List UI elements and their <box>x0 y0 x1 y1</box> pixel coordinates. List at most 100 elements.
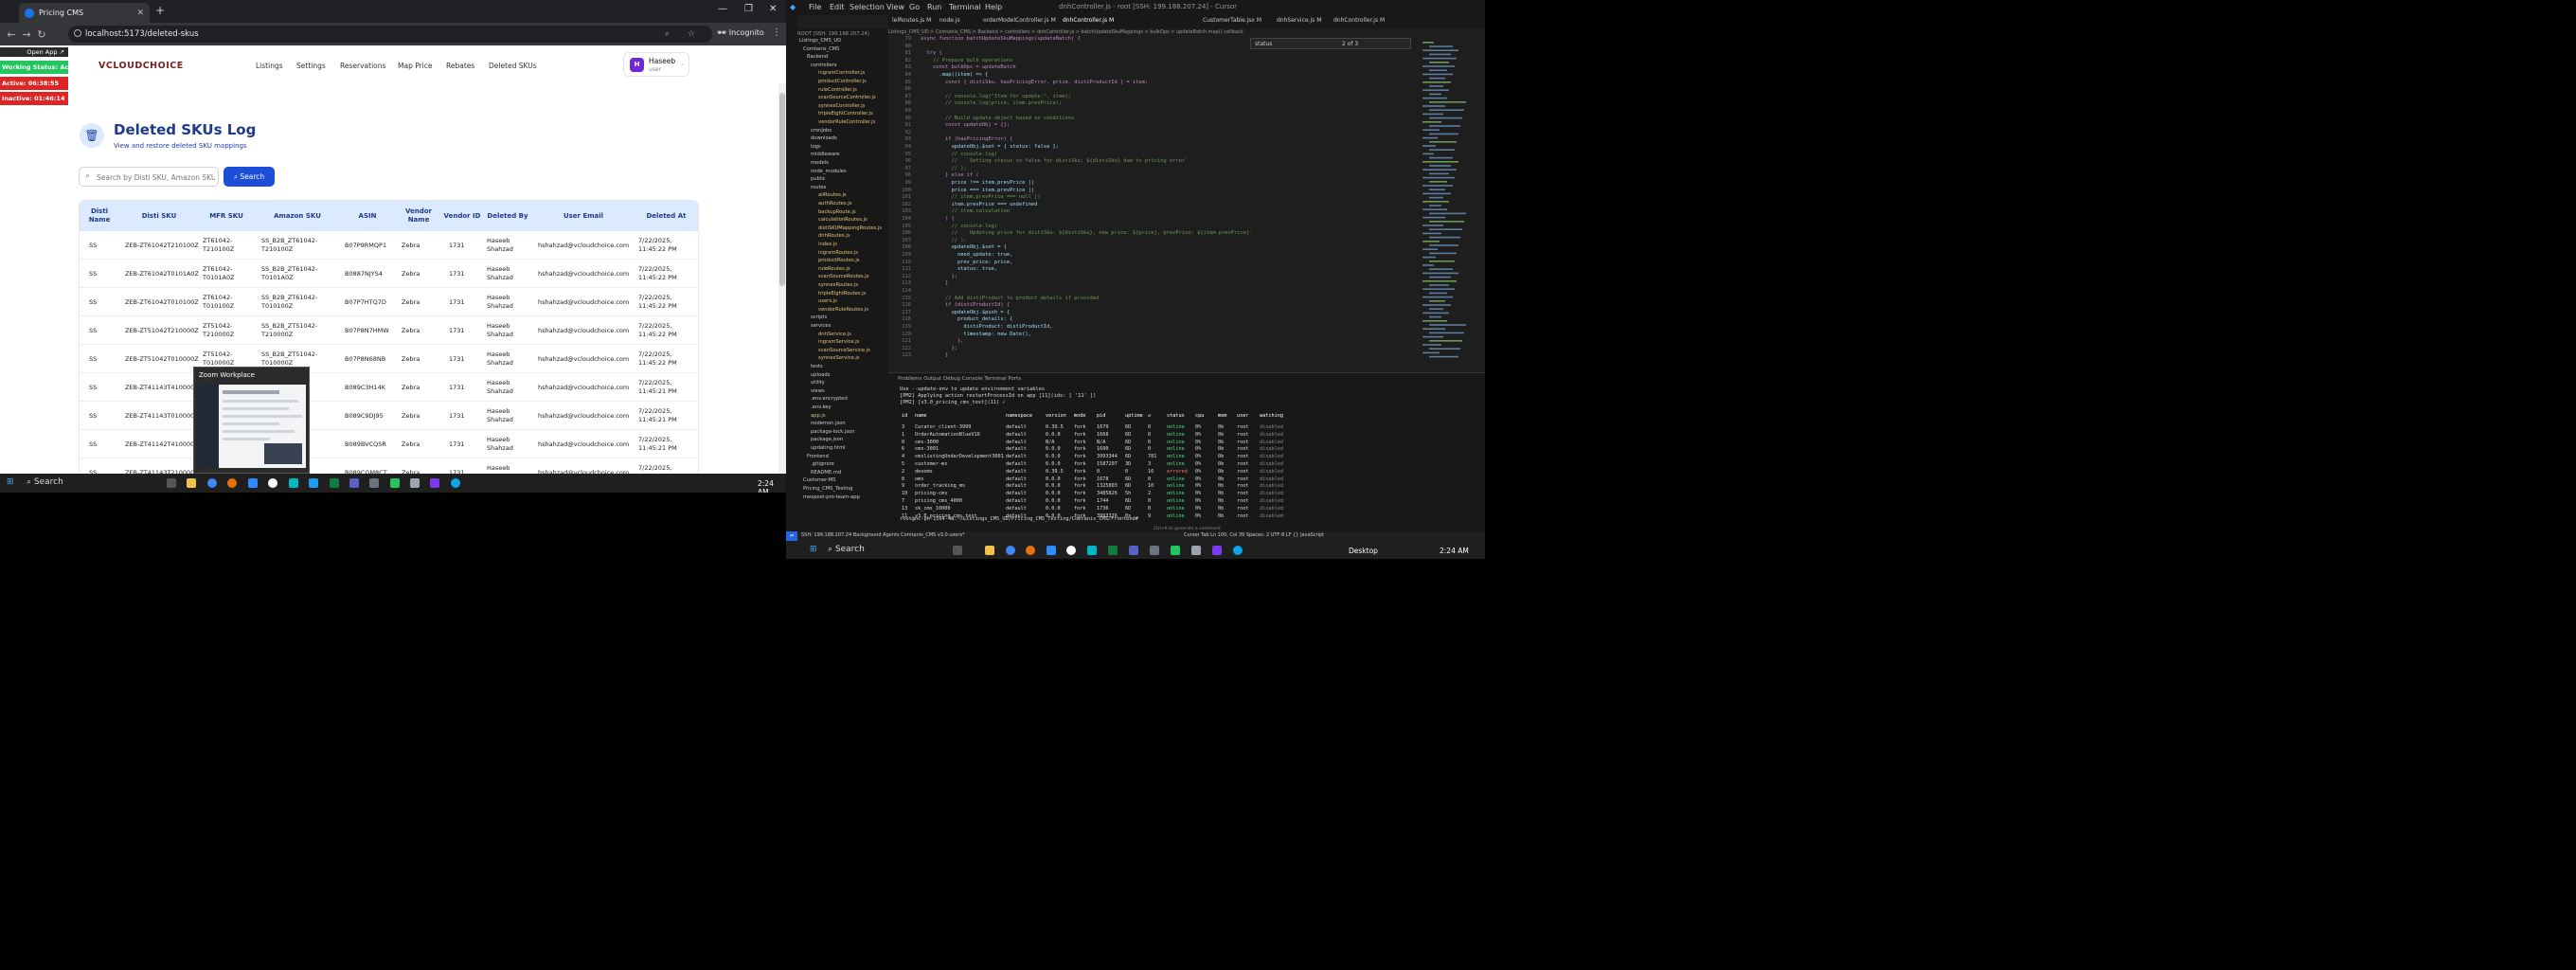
app-icon[interactable] <box>390 478 400 488</box>
nav-deleted-skus[interactable]: Deleted SKUs <box>489 62 537 70</box>
desktop-label[interactable]: Desktop <box>1349 547 1378 555</box>
editor-tab[interactable]: dnhController.js M <box>1333 17 1385 24</box>
app-icon[interactable] <box>1150 546 1159 555</box>
file-tree-item[interactable]: synnexController.js <box>818 102 865 110</box>
file-tree-item[interactable]: utility <box>811 379 825 386</box>
table-row[interactable]: SS ZEB-ZT41143T410000Z B089C3H14K Zebra 1731… <box>80 373 698 402</box>
table-row[interactable]: SS ZEB-ZT61042T010100Z ZT61042-T010100Z SS_… <box>80 288 698 316</box>
table-row[interactable]: SS ZEB-ZT41143T210000Z B089CGM8CT Zebra 1731… <box>80 458 698 474</box>
file-tree-item[interactable]: .gitignore <box>811 460 834 468</box>
file-tree-item[interactable]: downloads <box>811 135 837 142</box>
file-tree-item[interactable]: users.js <box>818 297 837 305</box>
file-tree-item[interactable]: updating.html <box>811 444 846 452</box>
taskbar-search[interactable]: ⌕ Search <box>828 545 865 554</box>
menu-go[interactable]: Go <box>909 3 920 11</box>
user-menu[interactable]: H Haseeb user ⌄ <box>623 52 689 77</box>
editor-breadcrumb[interactable]: Listings_CMS_UD > Comtanis_CMS > Backend… <box>888 29 1243 35</box>
file-tree-item[interactable]: uploads <box>811 371 830 379</box>
app-icon[interactable] <box>289 478 298 488</box>
file-tree-item[interactable]: ingramController.js <box>818 69 865 77</box>
file-tree-item[interactable]: middleware <box>811 151 839 158</box>
table-row[interactable]: SS ZEB-ZT51042T010000Z ZT51042-T010000Z SS_… <box>80 345 698 373</box>
browser-tab[interactable]: Pricing CMS ✕ <box>19 3 150 23</box>
firefox-icon[interactable] <box>227 478 237 488</box>
back-icon[interactable]: ← <box>4 28 19 41</box>
file-tree-item[interactable]: aiiRoutes.js <box>818 191 847 199</box>
file-tree-item[interactable]: .env.key <box>811 404 832 411</box>
table-row[interactable]: SS ZEB-ZT61042T210100Z ZT61042-T210100Z SS_… <box>80 231 698 260</box>
find-widget[interactable]: status 2 of 3 <box>1250 38 1411 49</box>
edge-icon[interactable] <box>1233 546 1243 555</box>
file-tree-item[interactable]: Frontend <box>807 453 829 460</box>
file-tree-item[interactable]: Comtanis_CMS <box>803 45 839 53</box>
menu-help[interactable]: Help <box>985 3 1002 11</box>
menu-terminal[interactable]: Terminal <box>949 3 981 11</box>
maximize-icon[interactable]: ❐ <box>744 4 753 14</box>
file-tree-item[interactable]: package.json <box>811 436 843 443</box>
taskbar-search[interactable]: ⌕ Search <box>27 477 63 487</box>
file-tree-item[interactable]: public <box>811 175 826 183</box>
table-row[interactable]: SS ZEB-ZT41143T010000Z B089C9DJ95 Zebra 1731… <box>80 402 698 430</box>
editor-tab[interactable]: orderModelController.js M <box>983 17 1056 24</box>
editor-tab[interactable]: node.js <box>939 17 960 24</box>
file-tree-item[interactable]: vendorRuleRoutes.js <box>818 306 868 314</box>
file-tree-item[interactable]: ingramRoutes.js <box>818 249 858 257</box>
nav-rebates[interactable]: Rebates <box>446 62 474 70</box>
app-icon[interactable] <box>369 478 379 488</box>
app-icon[interactable] <box>268 478 277 488</box>
nav-listings[interactable]: Listings <box>256 62 283 70</box>
file-tree-item[interactable]: synnexRoutes.js <box>818 281 858 289</box>
menu-file[interactable]: File <box>809 3 821 11</box>
file-tree-item[interactable]: services <box>811 322 831 330</box>
file-tree-item[interactable]: package-lock.json <box>811 428 855 436</box>
close-window-icon[interactable]: ✕ <box>769 4 777 14</box>
menu-selection[interactable]: Selection <box>850 3 885 11</box>
excel-icon[interactable] <box>1108 546 1118 555</box>
address-bar[interactable]: localhost:5173/deleted-skus ⌕ ☆ <box>68 26 712 43</box>
zoom-icon[interactable]: ⌕ ☆ <box>665 29 703 39</box>
file-tree-item[interactable]: authRoutes.js <box>818 200 851 207</box>
terminal-prompt[interactable]: root@nc-ph-1564-48:~/Listings_CMS_UD/Pri… <box>900 516 1138 522</box>
file-tree-item[interactable]: mexpost-pro-team-app <box>803 494 860 501</box>
reload-icon[interactable]: ↻ <box>34 28 49 41</box>
file-tree-item[interactable]: scanSourceRoutes.js <box>818 273 868 280</box>
nav-map-price[interactable]: Map Price <box>398 62 433 70</box>
incognito-indicator[interactable]: 🕶 Incognito <box>717 28 764 37</box>
file-tree-item[interactable]: tripleEightRoutes.js <box>818 290 866 297</box>
file-tree-item[interactable]: ingramService.js <box>818 338 859 346</box>
file-tree-item[interactable]: models <box>811 159 829 167</box>
teams-icon[interactable] <box>1129 546 1138 555</box>
file-tree-item[interactable]: logs <box>811 143 821 151</box>
file-tree-item[interactable]: routes <box>811 184 826 191</box>
panel-tabs[interactable]: Problems Output Debug Console Terminal P… <box>898 376 1021 382</box>
status-right[interactable]: Cursor Tab Ln 100, Col 39 Spaces: 2 UTF-… <box>1184 532 1324 538</box>
search-input[interactable] <box>97 171 215 184</box>
menu-view[interactable]: View <box>886 3 904 11</box>
table-row[interactable]: SS ZEB-ZT51042T210000Z ZT51042-T210000Z SS_… <box>80 316 698 345</box>
app-icon[interactable] <box>1191 546 1201 555</box>
code-editor[interactable]: 79 async function batchUpdateSkuMappings(… <box>888 36 1419 372</box>
file-tree-item[interactable]: tests <box>811 363 823 370</box>
app-icon[interactable] <box>309 478 318 488</box>
file-tree-item[interactable]: Backend <box>807 53 828 61</box>
excel-icon[interactable] <box>330 478 339 488</box>
chrome-icon[interactable] <box>207 478 217 488</box>
file-tree-item[interactable]: ruleController.js <box>818 86 857 94</box>
minimize-icon[interactable]: — <box>718 4 727 14</box>
taskbar-clock[interactable]: 2:24 AM <box>1440 547 1469 555</box>
vcloudchoice-logo[interactable]: VCLOUDCHOICE <box>98 61 184 71</box>
minimap[interactable] <box>1419 36 1485 372</box>
file-tree-item[interactable]: cronJobs <box>811 127 832 135</box>
site-info-icon[interactable] <box>74 29 81 37</box>
onenote-icon[interactable] <box>430 478 439 488</box>
file-explorer-icon[interactable] <box>187 478 196 488</box>
file-tree-item[interactable]: controllers <box>811 62 836 69</box>
file-tree-item[interactable]: README.md <box>811 469 841 476</box>
scrollbar-thumb[interactable] <box>779 93 785 286</box>
remote-indicator[interactable]: ⇌ <box>786 531 798 541</box>
zoom-icon[interactable] <box>248 478 258 488</box>
table-row[interactable]: SS ZEB-ZT61042T0101A0Z ZT61042-T0101A0Z SS_… <box>80 260 698 288</box>
app-icon[interactable] <box>410 478 420 488</box>
browser-menu-icon[interactable]: ⋮ <box>772 27 781 38</box>
teams-icon[interactable] <box>349 478 359 488</box>
